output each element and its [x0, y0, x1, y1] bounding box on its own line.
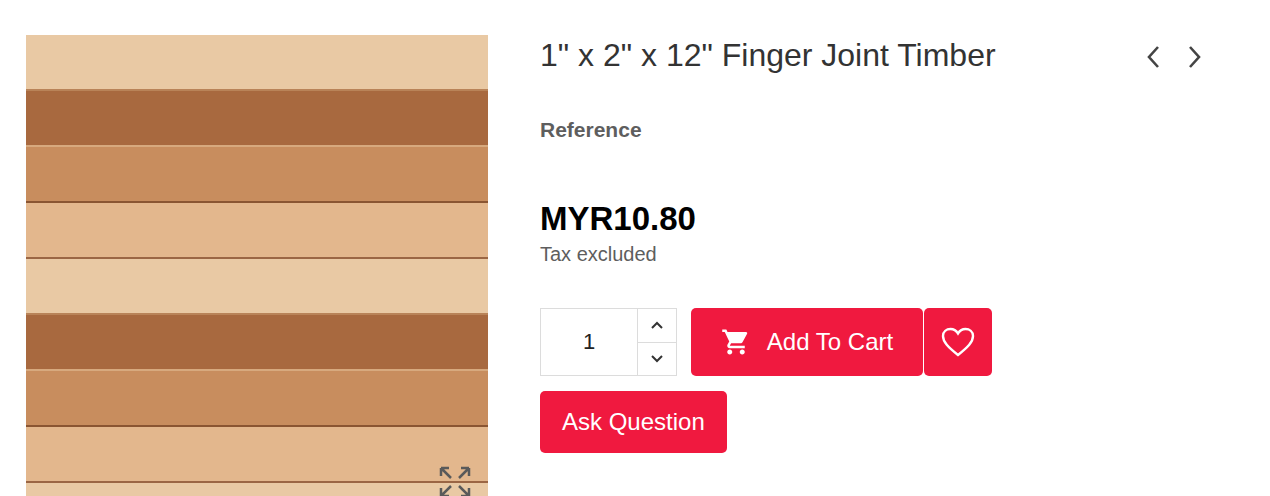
next-arrow-icon[interactable]: [1184, 44, 1204, 70]
heart-icon: [940, 326, 976, 358]
product-page: 1" x 2" x 12" Finger Joint Timber Referen…: [0, 0, 1270, 496]
expand-icon[interactable]: [438, 465, 472, 496]
cart-icon: [721, 327, 751, 357]
tax-note: Tax excluded: [540, 241, 657, 267]
price: MYR10.80: [540, 199, 696, 239]
previous-arrow-icon[interactable]: [1144, 44, 1164, 70]
reference-label: Reference: [540, 117, 642, 143]
product-info: 1" x 2" x 12" Finger Joint Timber Referen…: [540, 35, 1270, 496]
quantity-input[interactable]: [541, 309, 638, 375]
add-to-cart-button[interactable]: Add To Cart: [691, 308, 923, 376]
quantity-field: [540, 308, 677, 376]
decrease-button[interactable]: [638, 342, 676, 376]
buy-row: Add To Cart: [540, 308, 992, 376]
chevron-down-icon: [650, 354, 664, 364]
title-row: 1" x 2" x 12" Finger Joint Timber: [540, 35, 1204, 75]
quantity-spinner: [638, 309, 676, 375]
ask-question-button[interactable]: Ask Question: [540, 391, 727, 453]
product-image[interactable]: [26, 35, 488, 496]
chevron-up-icon: [650, 320, 664, 330]
product-title: 1" x 2" x 12" Finger Joint Timber: [540, 35, 996, 75]
wishlist-button[interactable]: [924, 308, 992, 376]
product-nav: [1144, 40, 1204, 70]
add-to-cart-label: Add To Cart: [767, 328, 893, 356]
increase-button[interactable]: [638, 309, 676, 342]
